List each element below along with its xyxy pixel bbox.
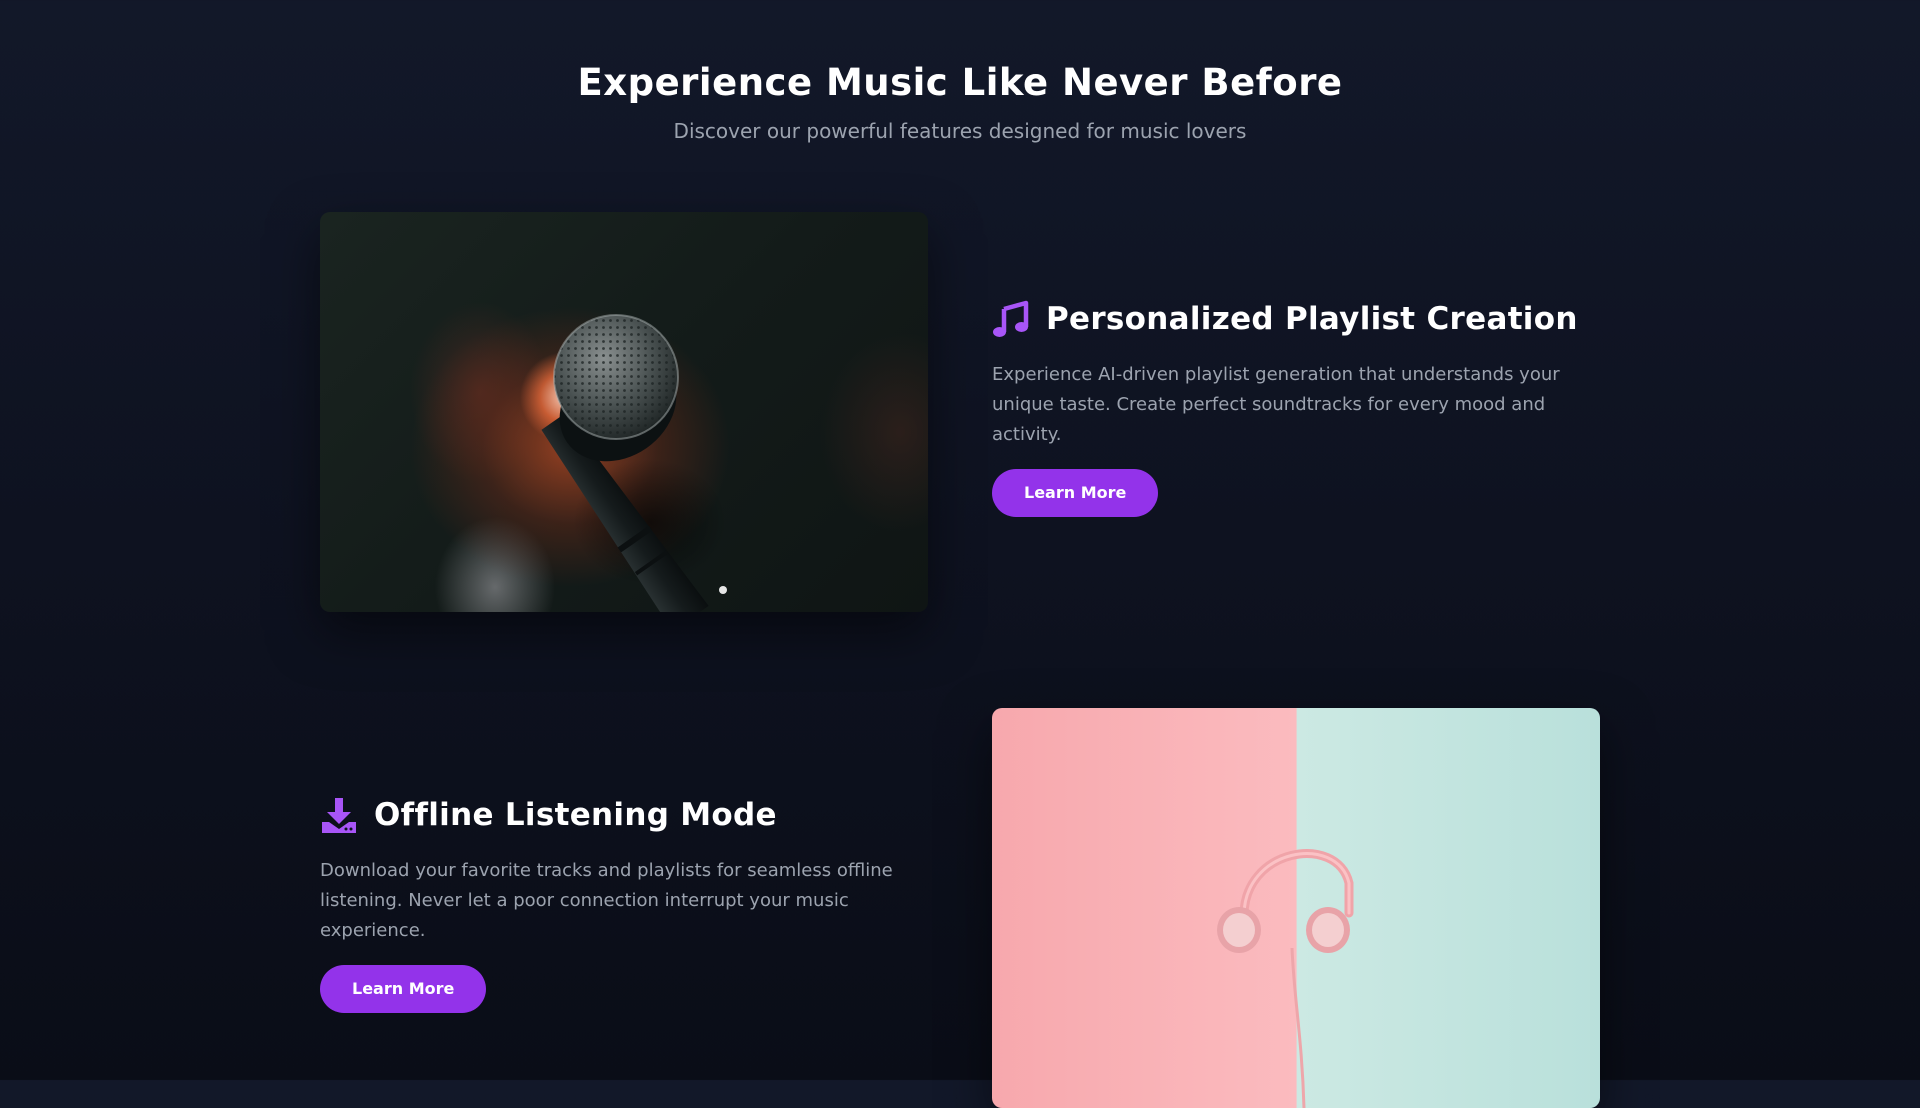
learn-more-button[interactable]: Learn More xyxy=(320,965,487,1013)
page-title: Experience Music Like Never Before xyxy=(577,61,1343,104)
page-subtitle: Discover our powerful features designed … xyxy=(673,119,1247,143)
microphone-image xyxy=(320,212,928,612)
feature-title-row: Offline Listening Mode xyxy=(320,794,920,836)
feature-title: Offline Listening Mode xyxy=(374,797,777,833)
feature-offline: Offline Listening Mode Download your fav… xyxy=(320,794,920,1013)
headphones-image xyxy=(992,708,1600,1108)
feature-description: Download your favorite tracks and playli… xyxy=(320,860,893,941)
feature-title-row: Personalized Playlist Creation xyxy=(992,298,1592,340)
learn-more-button[interactable]: Learn More xyxy=(992,469,1159,517)
music-note-icon xyxy=(992,300,1030,338)
download-icon xyxy=(320,796,358,834)
feature-title: Personalized Playlist Creation xyxy=(1046,301,1578,337)
feature-playlist: Personalized Playlist Creation Experienc… xyxy=(992,298,1592,517)
feature-description: Experience AI-driven playlist generation… xyxy=(992,364,1560,445)
section-header: Experience Music Like Never Before Disco… xyxy=(0,60,1920,144)
